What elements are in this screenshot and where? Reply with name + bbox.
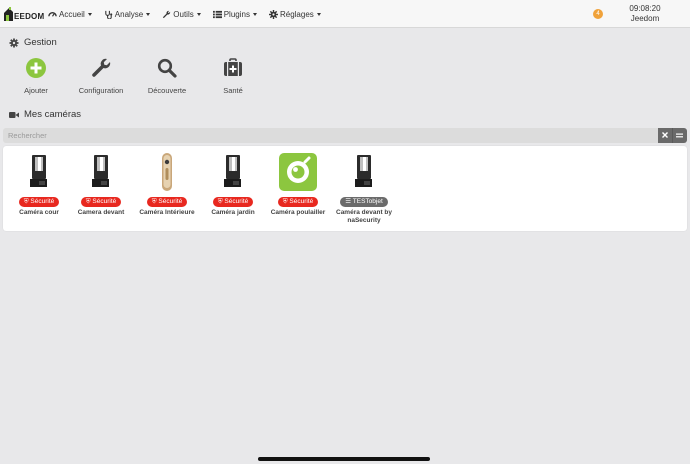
- outdoor-camera-icon: [19, 152, 59, 192]
- collapse-all-button[interactable]: [672, 128, 687, 143]
- category-badge: ⛨ Sécurité: [277, 197, 319, 207]
- top-navbar: EEDOM Accueil Analyse Outils Plugins Rég…: [0, 0, 690, 28]
- category-label: TESTobjet: [352, 198, 383, 205]
- gear-icon: [268, 9, 278, 19]
- search-buttons: [658, 128, 687, 143]
- bars-icon: [676, 131, 684, 140]
- indoor-camera-icon: [147, 152, 187, 192]
- menu-reglages[interactable]: Réglages: [268, 9, 321, 19]
- menu-plugins-label: Plugins: [223, 9, 250, 19]
- gestion-configuration-label: Configuration: [78, 86, 124, 95]
- outdoor-camera-icon: [81, 152, 121, 192]
- chevron-down-icon: [146, 12, 151, 16]
- shield-icon: ⛨: [85, 198, 91, 205]
- shield-icon: ⛨: [217, 198, 223, 205]
- menu-analyse-label: Analyse: [114, 9, 144, 19]
- category-badge: ⛨ Sécurité: [146, 197, 188, 207]
- category-label: Sécurité: [30, 198, 55, 205]
- camera-name: Caméra devant by naSecurity: [336, 209, 392, 224]
- camera-card[interactable]: ⛨ Sécurité Caméra cour: [7, 152, 71, 217]
- stethoscope-icon: [104, 10, 113, 19]
- category-badge: ⛨ Sécurité: [18, 197, 60, 207]
- list-icon: ☰: [345, 198, 352, 205]
- chevron-down-icon: [316, 12, 321, 16]
- gestion-ajouter-label: Ajouter: [24, 86, 48, 95]
- gestion-title-text: Gestion: [24, 37, 57, 48]
- video-camera-icon: [9, 110, 19, 120]
- gears-icon: [9, 38, 19, 48]
- gestion-sante-label: Santé: [223, 86, 243, 95]
- cameras-panel: ⛨ Sécurité Caméra cour ⛨ Sécurité Camera…: [3, 146, 687, 231]
- close-icon: [661, 131, 668, 140]
- medkit-icon: [203, 57, 263, 79]
- menu-reglages-label: Réglages: [279, 9, 314, 19]
- chevron-down-icon: [87, 12, 92, 16]
- camera-card[interactable]: ⛨ Sécurité Caméra jardin: [201, 152, 265, 217]
- category-label: Sécurité: [158, 198, 183, 205]
- gestion-ajouter[interactable]: Ajouter: [6, 57, 66, 95]
- main-menu: Accueil Analyse Outils Plugins Réglages: [48, 0, 333, 28]
- clear-search-button[interactable]: [658, 128, 673, 143]
- category-badge: ☰ TESTobjet: [340, 197, 388, 207]
- menu-outils[interactable]: Outils: [162, 9, 201, 19]
- camera-plugin-icon: [278, 152, 318, 192]
- category-label: Sécurité: [289, 198, 314, 205]
- camera-card[interactable]: ☰ TESTobjet Caméra devant by naSecurity: [332, 152, 396, 224]
- shield-icon: ⛨: [23, 198, 29, 205]
- category-label: Sécurité: [224, 198, 249, 205]
- wrench-icon: [71, 57, 131, 79]
- house-logo-icon: [4, 7, 13, 21]
- camera-card[interactable]: ⛨ Sécurité Camera devant: [69, 152, 133, 217]
- gestion-sante[interactable]: Santé: [203, 57, 263, 95]
- jeedom-logo[interactable]: EEDOM: [4, 5, 44, 21]
- search-input[interactable]: [3, 128, 658, 143]
- gestion-configuration[interactable]: Configuration: [71, 57, 131, 95]
- notification-badge[interactable]: 4: [593, 9, 603, 19]
- user-name: Jeedom: [630, 14, 660, 23]
- gestion-title: Gestion: [9, 37, 57, 48]
- list-icon: [212, 10, 222, 19]
- menu-analyse[interactable]: Analyse: [104, 9, 151, 19]
- cameras-title-text: Mes caméras: [24, 109, 82, 120]
- outdoor-camera-icon: [213, 152, 253, 192]
- gestion-decouverte-label: Découverte: [147, 86, 187, 95]
- shield-icon: ⛨: [282, 198, 288, 205]
- menu-accueil[interactable]: Accueil: [48, 10, 92, 19]
- category-badge: ⛨ Sécurité: [212, 197, 254, 207]
- menu-accueil-label: Accueil: [59, 9, 85, 19]
- camera-name: Caméra Intérieure: [139, 209, 195, 216]
- cameras-title: Mes caméras: [9, 109, 81, 120]
- camera-card[interactable]: ⛨ Sécurité Caméra Intérieure: [135, 152, 199, 217]
- menu-outils-label: Outils: [173, 9, 194, 19]
- clock-time: 09:08:20: [629, 4, 661, 13]
- camera-name: Caméra poulailler: [270, 209, 326, 216]
- search-icon: [137, 57, 197, 79]
- chevron-down-icon: [252, 12, 257, 16]
- chevron-down-icon: [196, 12, 201, 16]
- camera-name: Caméra jardin: [211, 209, 255, 216]
- gestion-decouverte[interactable]: Découverte: [137, 57, 197, 95]
- camera-name: Caméra cour: [19, 209, 59, 216]
- wrench-icon: [162, 10, 171, 19]
- camera-name: Camera devant: [77, 209, 125, 216]
- outdoor-camera-icon: [344, 152, 384, 192]
- plus-circle-icon: [6, 57, 66, 79]
- camera-card[interactable]: ⛨ Sécurité Caméra poulailler: [266, 152, 330, 217]
- clock-user-block[interactable]: 09:08:20 Jeedom: [620, 4, 670, 24]
- dashboard-icon: [48, 10, 57, 19]
- category-label: Sécurité: [92, 198, 117, 205]
- menu-plugins[interactable]: Plugins: [212, 9, 257, 19]
- logo-text: EEDOM: [14, 12, 45, 21]
- category-badge: ⛨ Sécurité: [80, 197, 122, 207]
- shield-icon: ⛨: [151, 198, 157, 205]
- home-indicator[interactable]: [258, 457, 430, 461]
